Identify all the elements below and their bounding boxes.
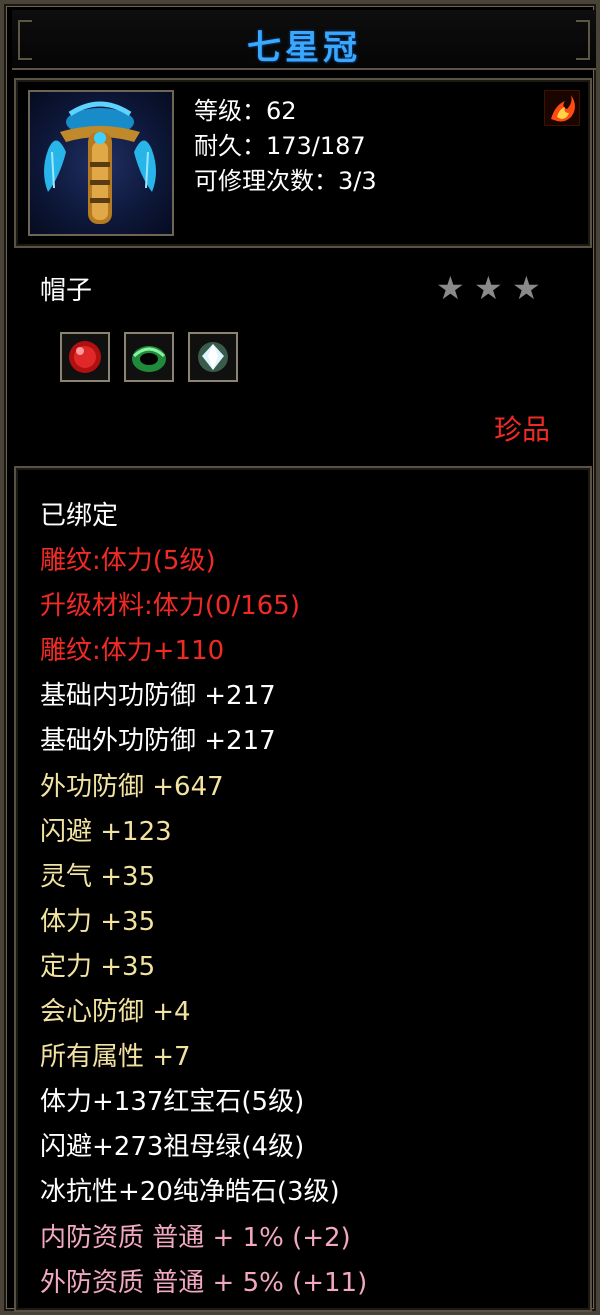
item-name: 七星冠 <box>247 28 361 68</box>
item-tooltip: 七星冠 等级：62 耐久：173/187 可修理次数：3/3 帽子 ★ ★ ★ … <box>0 0 600 1315</box>
star-icon: ★ <box>474 269 503 307</box>
attribute-line: 冰抗性+20纯净皓石(3级) <box>40 1177 340 1208</box>
attribute-list: 已绑定 雕纹:体力(5级) 升级材料:体力(0/165) 雕纹:体力+110 基… <box>40 494 367 1306</box>
attribute-line: 会心防御 +4 <box>40 997 191 1028</box>
attribute-line: 雕纹:体力+110 <box>40 636 225 667</box>
item-header: 等级：62 耐久：173/187 可修理次数：3/3 <box>14 78 592 248</box>
crown-helmet-icon <box>28 90 174 236</box>
attributes-panel: 已绑定 雕纹:体力(5级) 升级材料:体力(0/165) 雕纹:体力+110 基… <box>14 466 592 1312</box>
fire-emblem-icon <box>544 90 580 126</box>
attribute-line: 外防资质 普通 + 5% (+11) <box>40 1267 368 1298</box>
ruby-gem-icon <box>60 332 110 382</box>
attribute-line: 闪避 +123 <box>40 816 172 847</box>
item-base-stats: 等级：62 耐久：173/187 可修理次数：3/3 <box>194 94 377 199</box>
star-icon: ★ <box>512 269 541 307</box>
attribute-line: 外功防御 +647 <box>40 771 224 802</box>
repair-count-text: 可修理次数：3/3 <box>194 167 377 195</box>
star-icon: ★ <box>436 269 465 307</box>
item-type: 帽子 <box>40 276 93 306</box>
attribute-line: 基础内功防御 +217 <box>40 681 276 712</box>
attribute-line: 体力+137红宝石(5级) <box>40 1087 305 1118</box>
attribute-line: 已绑定 <box>40 501 119 531</box>
attribute-line: 基础外功防御 +217 <box>40 726 276 757</box>
title-bracket-right <box>576 20 590 60</box>
rarity-label: 珍品 <box>493 413 550 446</box>
title-bar: 七星冠 <box>12 10 596 70</box>
attribute-line: 所有属性 +7 <box>40 1042 191 1073</box>
durability-text: 耐久：173/187 <box>194 132 366 160</box>
star-rating: ★ ★ ★ <box>436 270 546 306</box>
level-text: 等级：62 <box>194 97 297 125</box>
attribute-line: 灵气 +35 <box>40 861 156 892</box>
attribute-line: 升级材料:体力(0/165) <box>40 591 300 622</box>
attribute-line: 闪避+273祖母绿(4级) <box>40 1132 305 1163</box>
attribute-line: 雕纹:体力(5级) <box>40 546 216 577</box>
attribute-line: 内防资质 普通 + 1% (+2) <box>40 1222 351 1253</box>
emerald-gem-icon <box>124 332 174 382</box>
diamond-gem-icon <box>188 332 238 382</box>
attribute-line: 体力 +35 <box>40 906 156 937</box>
attribute-line: 定力 +35 <box>40 951 156 982</box>
